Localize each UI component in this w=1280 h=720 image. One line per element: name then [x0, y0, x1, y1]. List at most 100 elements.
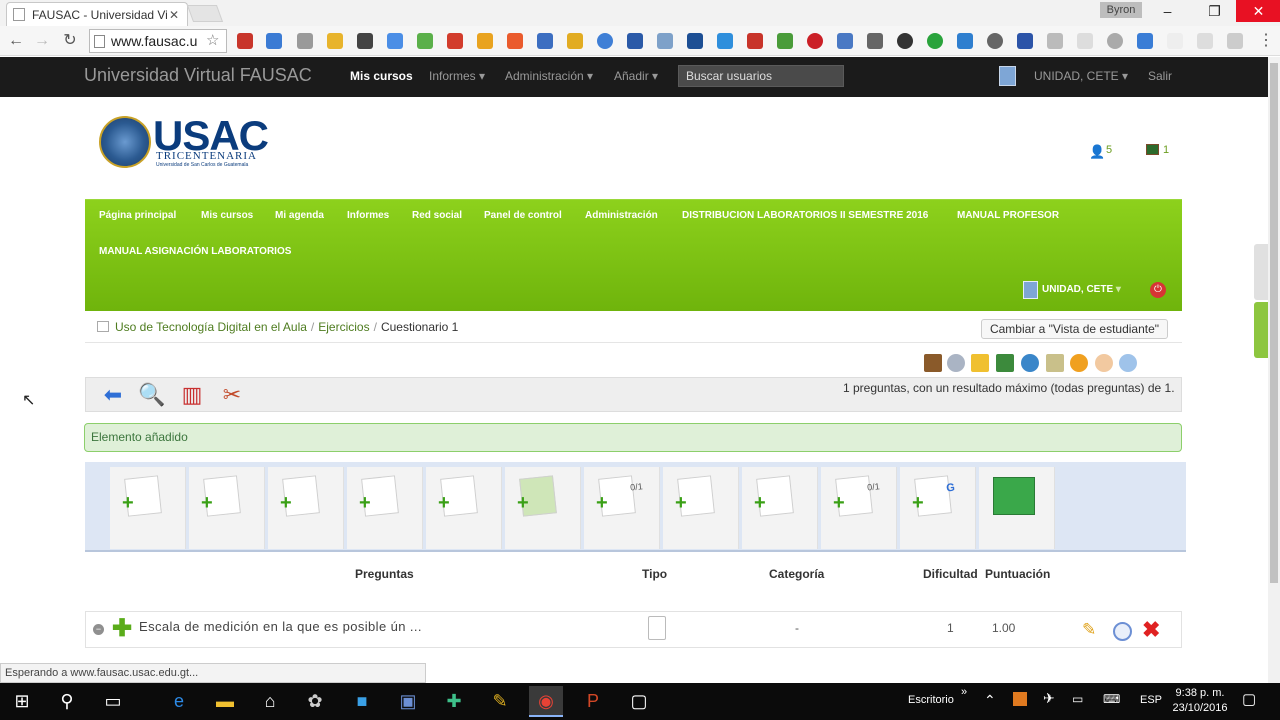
edge-icon[interactable]: e	[162, 686, 196, 717]
logout-link[interactable]: Salir	[1148, 69, 1172, 83]
desktop-toolbar-label[interactable]: Escritorio	[908, 694, 954, 706]
keyboard-icon[interactable]: ⌨	[1103, 692, 1120, 706]
question-type-button[interactable]: 0/1 +	[584, 467, 660, 549]
extension-icon[interactable]	[357, 33, 373, 49]
play-icon[interactable]	[1107, 33, 1123, 49]
pencil-icon[interactable]: ✎	[1082, 620, 1096, 640]
extension-icon[interactable]	[837, 33, 853, 49]
books-icon[interactable]	[996, 354, 1014, 372]
menu-mis-cursos[interactable]: Mis cursos	[201, 210, 253, 221]
tools-icon[interactable]: ✂	[217, 381, 247, 409]
bell-icon[interactable]	[1070, 354, 1088, 372]
breadcrumb-course[interactable]: Uso de Tecnología Digital en el Aula	[115, 320, 307, 334]
extension-icon[interactable]	[1197, 33, 1213, 49]
extension-icon[interactable]	[657, 33, 673, 49]
extension-icon[interactable]	[987, 33, 1003, 49]
nav-anadir[interactable]: Añadir ▾	[614, 69, 658, 83]
chart-icon[interactable]: ▥	[177, 381, 207, 409]
back-arrow-icon[interactable]: ⬅	[98, 381, 128, 409]
equalizer-icon[interactable]	[867, 33, 883, 49]
power-icon[interactable]: ⏻	[1150, 282, 1166, 298]
minimize-button[interactable]: –	[1145, 0, 1190, 22]
question-bank-button[interactable]	[979, 467, 1055, 549]
lock-icon[interactable]	[567, 33, 583, 49]
menu-red-social[interactable]: Red social	[412, 210, 462, 221]
nav-informes[interactable]: Informes ▾	[429, 69, 485, 83]
network-icon[interactable]: ✈	[1043, 690, 1055, 707]
close-window-button[interactable]: ✕	[1236, 0, 1280, 22]
search-icon[interactable]: ⚲	[50, 686, 84, 717]
question-text[interactable]: Escala de medición en la que es posible …	[139, 619, 422, 634]
menu-manual-profesor[interactable]: MANUAL PROFESOR	[957, 210, 1059, 221]
chevron-up-icon[interactable]: ⌃	[984, 692, 996, 709]
search-users-input[interactable]	[678, 65, 844, 87]
task-view-icon[interactable]: ▭	[96, 686, 130, 717]
back-arrow-icon[interactable]: ←	[6, 31, 26, 51]
notification-icon[interactable]	[1146, 144, 1159, 155]
disk-icon[interactable]	[947, 354, 965, 372]
globe-icon[interactable]	[1021, 354, 1039, 372]
extension-icon[interactable]	[747, 33, 763, 49]
reload-icon[interactable]: ↻	[60, 31, 80, 51]
extension-icon[interactable]	[1227, 33, 1243, 49]
app-icon[interactable]: ✿	[298, 686, 332, 717]
users-icon[interactable]	[1119, 354, 1137, 372]
battery-icon[interactable]: ▭	[1072, 692, 1083, 706]
home-icon[interactable]	[924, 354, 942, 372]
question-type-button[interactable]: G +	[900, 467, 976, 549]
user-avatar-icon[interactable]	[1023, 281, 1038, 299]
menu-administracion[interactable]: Administración	[585, 210, 658, 221]
windows-start-icon[interactable]: ⊞	[5, 686, 39, 717]
extension-icon[interactable]	[927, 33, 943, 49]
menu-distribucion-laboratorios[interactable]: DISTRIBUCION LABORATORIOS II SEMESTRE 20…	[682, 210, 928, 221]
notifications-icon[interactable]: ▢	[1242, 690, 1256, 708]
close-tab-icon[interactable]: ✕	[167, 8, 181, 22]
menu-icon[interactable]: ⋮	[1258, 30, 1274, 50]
maximize-button[interactable]: ❐	[1192, 0, 1237, 22]
nav-user-menu[interactable]: UNIDAD, CETE ▾	[1034, 69, 1128, 83]
menu-informes[interactable]: Informes	[347, 210, 389, 221]
extension-icon[interactable]	[1077, 33, 1093, 49]
menu-pagina-principal[interactable]: Página principal	[99, 210, 176, 221]
extension-icon[interactable]	[1167, 33, 1183, 49]
menu-mi-agenda[interactable]: Mi agenda	[275, 210, 324, 221]
preview-icon[interactable]	[1113, 622, 1132, 641]
search-icon[interactable]: 🔍	[137, 381, 167, 409]
extension-icon[interactable]	[417, 33, 433, 49]
user-icon[interactable]: 👤	[1089, 144, 1105, 160]
nav-administracion[interactable]: Administración ▾	[505, 69, 593, 83]
new-tab-button[interactable]	[186, 5, 224, 22]
star-icon[interactable]	[597, 33, 613, 49]
question-type-button[interactable]: +	[426, 467, 502, 549]
bookmark-star-icon[interactable]: ☆	[206, 31, 219, 49]
app-icon[interactable]: ▣	[391, 686, 425, 717]
nav-mis-cursos[interactable]: Mis cursos	[350, 69, 413, 83]
extension-icon[interactable]	[627, 33, 643, 49]
folder-icon[interactable]	[327, 33, 343, 49]
clock[interactable]: 9:38 p. m. 23/10/2016	[1168, 686, 1232, 716]
question-type-button[interactable]: +	[189, 467, 265, 549]
moon-icon[interactable]	[897, 33, 913, 49]
student-view-button[interactable]: Cambiar a "Vista de estudiante"	[981, 319, 1168, 339]
extension-icon[interactable]	[237, 33, 253, 49]
drag-move-icon[interactable]: ✚	[112, 617, 132, 641]
extension-icon[interactable]	[957, 33, 973, 49]
menu-user-dropdown[interactable]: UNIDAD, CETE ▾	[1042, 284, 1121, 295]
home-icon[interactable]	[97, 321, 109, 332]
page-scrollbar[interactable]	[1268, 57, 1280, 683]
extension-icon[interactable]	[537, 33, 553, 49]
tray-icon[interactable]	[1013, 692, 1027, 706]
window-user-badge[interactable]: Byron	[1100, 2, 1142, 18]
side-tab[interactable]	[1254, 302, 1268, 358]
messages-count[interactable]: 5	[1106, 144, 1112, 156]
plus-icon[interactable]	[387, 33, 403, 49]
plus-icon[interactable]	[507, 33, 523, 49]
question-type-button[interactable]: +	[663, 467, 739, 549]
question-type-button[interactable]: +	[268, 467, 344, 549]
scrollbar-thumb[interactable]	[1270, 63, 1278, 583]
app-icon[interactable]: ▢	[622, 686, 656, 717]
file-explorer-icon[interactable]: ▬	[208, 686, 242, 717]
powerpoint-icon[interactable]: P	[576, 686, 610, 717]
extension-icon[interactable]	[777, 33, 793, 49]
site-brand[interactable]: Universidad Virtual FAUSAC	[84, 65, 312, 86]
